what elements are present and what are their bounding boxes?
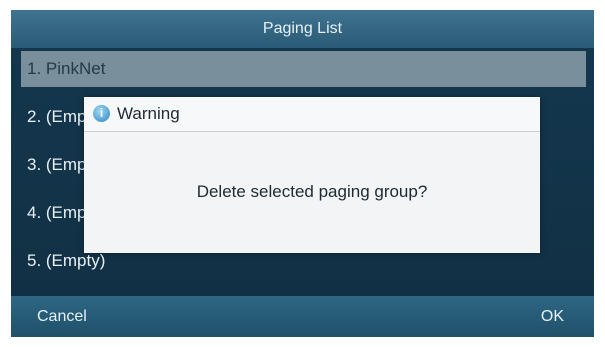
dialog-title: Warning: [117, 104, 180, 123]
warning-dialog: i Warning Delete selected paging group?: [84, 97, 540, 253]
dialog-message: Delete selected paging group?: [196, 182, 428, 201]
phone-screen: Paging List 1. PinkNet 2. (Empty) 3. (Em…: [11, 10, 594, 337]
dialog-header: i Warning: [84, 97, 540, 132]
info-circle-icon: i: [93, 105, 110, 122]
dialog-overlay: i Warning Delete selected paging group?: [11, 10, 594, 337]
